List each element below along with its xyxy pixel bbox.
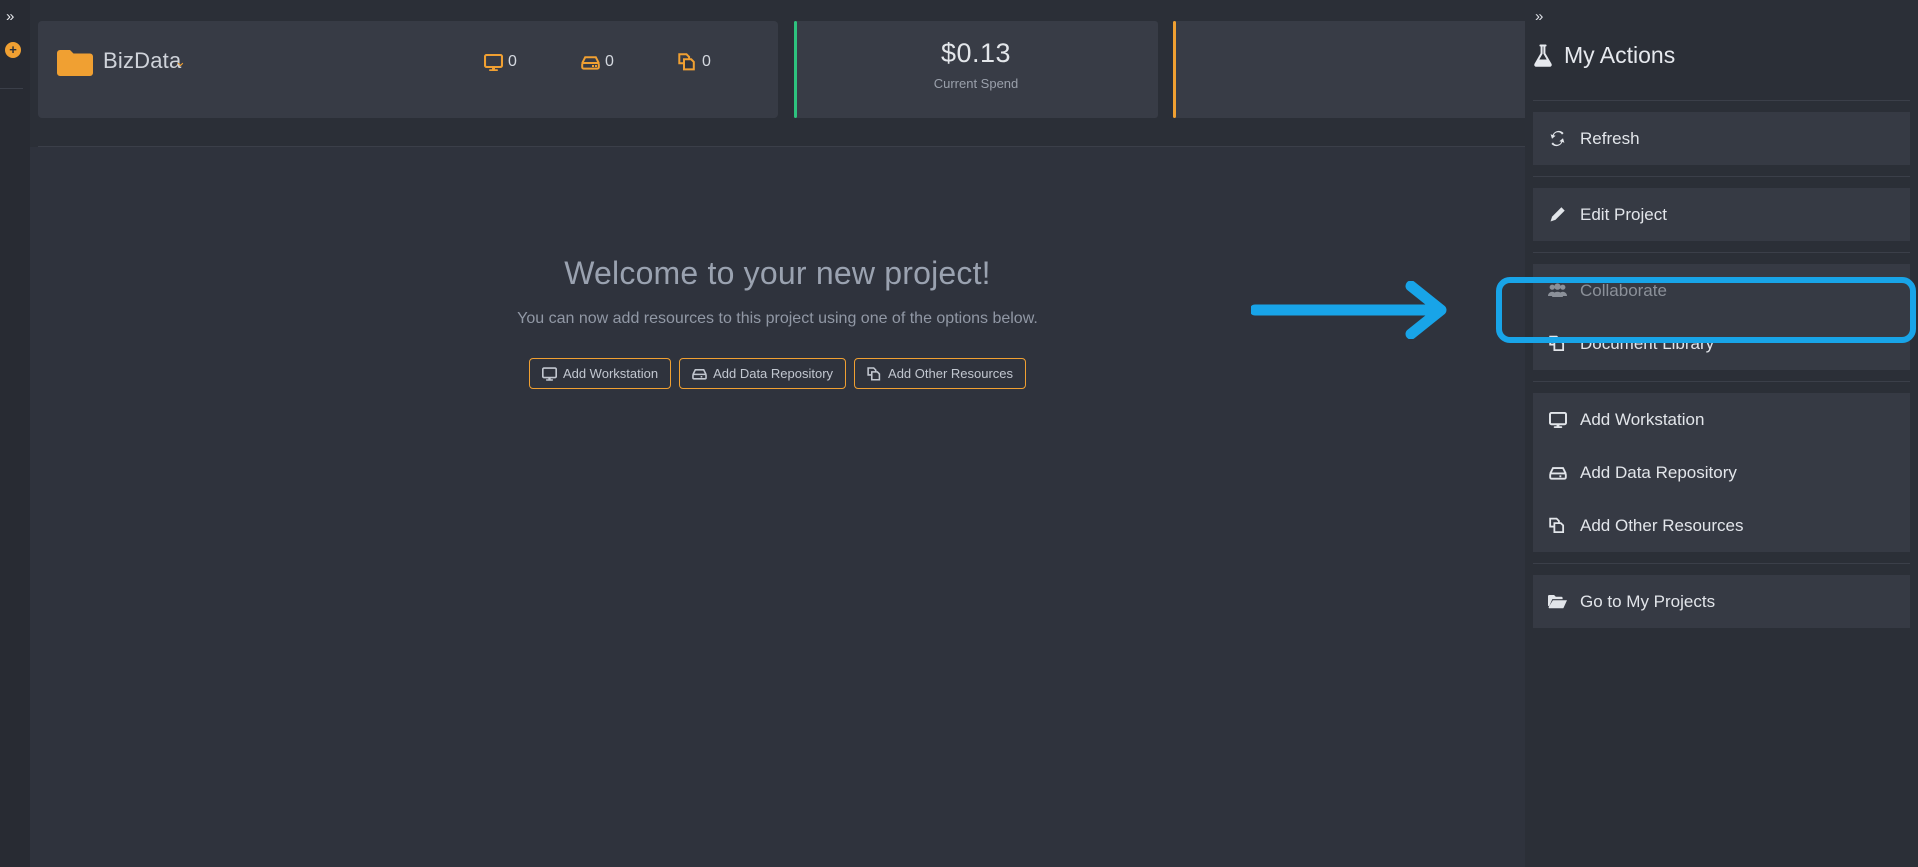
data-repository-icon (581, 55, 600, 70)
welcome-actions: Add Workstation Add Data Repository Add … (30, 358, 1525, 389)
add-workstation-button-label: Add Workstation (562, 366, 659, 381)
sidebar-action-list: Refresh Edit Project Collaborate Documen… (1525, 100, 1918, 628)
data-repository-icon (1547, 465, 1568, 481)
main-content: BizData ⌄ 0 0 0 $0.13 Current Spend Welc… (30, 0, 1525, 867)
add-data-repository-button-label: Add Data Repository (713, 366, 834, 381)
folder-open-icon (1547, 594, 1568, 609)
sidebar-title: My Actions (1533, 42, 1675, 69)
workstation-icon (541, 366, 557, 381)
sidebar-item-document-library-label: Document Library (1580, 333, 1715, 353)
workstation-icon (1547, 411, 1568, 428)
sidebar-item-go-to-my-projects[interactable]: Go to My Projects (1533, 575, 1910, 628)
sidebar-item-refresh[interactable]: Refresh (1533, 112, 1910, 165)
sidebar-item-add-data-repository-label: Add Data Repository (1580, 462, 1737, 482)
other-resources-icon (867, 366, 881, 381)
workstation-icon (484, 53, 503, 71)
folder-icon (57, 50, 93, 76)
sidebar-item-collaborate[interactable]: Collaborate (1533, 264, 1910, 317)
current-spend-value: $0.13 (940, 38, 1012, 68)
pencil-icon (1547, 206, 1568, 223)
sidebar-item-add-data-repository[interactable]: Add Data Repository (1533, 446, 1910, 499)
flask-icon (1534, 44, 1552, 67)
stat-workstations: 0 (484, 53, 517, 71)
refresh-icon (1547, 130, 1568, 147)
add-workstation-button[interactable]: Add Workstation (528, 358, 672, 389)
sidebar-item-go-to-my-projects-label: Go to My Projects (1580, 591, 1716, 611)
stat-workstations-count: 0 (508, 53, 517, 70)
document-library-icon (1547, 335, 1568, 352)
welcome-title: Welcome to your new project! (564, 255, 991, 291)
stat-data-repositories: 0 (581, 53, 614, 71)
sidebar-item-edit-project-label: Edit Project (1580, 204, 1667, 224)
next-metric-accent-bar (1173, 21, 1176, 118)
add-other-resources-button[interactable]: Add Other Resources (854, 358, 1027, 389)
sidebar-item-add-workstation[interactable]: Add Workstation (1533, 393, 1910, 446)
project-name: BizData (103, 48, 182, 73)
sidebar-item-add-other-resources-label: Add Other Resources (1580, 515, 1744, 535)
current-spend-card[interactable]: $0.13 Current Spend (794, 21, 1158, 118)
chevron-double-right-icon[interactable]: » (1535, 9, 1543, 24)
other-resources-icon (1547, 517, 1568, 534)
sidebar-item-add-workstation-label: Add Workstation (1580, 409, 1705, 429)
spend-accent-bar (794, 21, 797, 118)
sidebar-item-add-other-resources[interactable]: Add Other Resources (1533, 499, 1910, 552)
next-metric-card[interactable] (1173, 21, 1525, 118)
add-data-repository-button[interactable]: Add Data Repository (679, 358, 847, 389)
rail-divider (0, 88, 23, 89)
sidebar-item-edit-project[interactable]: Edit Project (1533, 188, 1910, 241)
add-other-resources-button-label: Add Other Resources (888, 366, 1014, 381)
users-icon (1547, 283, 1568, 298)
project-summary-card[interactable]: BizData ⌄ 0 0 0 (38, 21, 778, 118)
current-spend-label: Current Spend (933, 76, 1019, 91)
stat-other-resources: 0 (678, 53, 711, 71)
data-repository-icon (692, 368, 707, 380)
left-rail: » + (0, 0, 30, 867)
plus-circle-icon[interactable]: + (5, 42, 21, 58)
sidebar-item-refresh-label: Refresh (1580, 128, 1640, 148)
welcome-subtitle: You can now add resources to this projec… (517, 310, 1038, 327)
header-divider (38, 146, 1525, 147)
chevron-double-right-icon[interactable]: » (6, 9, 14, 24)
sidebar-title-label: My Actions (1564, 42, 1676, 68)
welcome-block: Welcome to your new project! You can now… (30, 255, 1525, 389)
sidebar-item-collaborate-label: Collaborate (1580, 280, 1667, 300)
other-resources-icon (678, 53, 695, 71)
my-actions-sidebar: » My Actions Refresh Edit Project Collab… (1525, 0, 1918, 867)
stat-other-resources-count: 0 (702, 53, 711, 70)
stat-data-repositories-count: 0 (605, 53, 614, 70)
sidebar-item-document-library[interactable]: Document Library (1533, 317, 1910, 370)
chevron-double-down-icon[interactable]: ⌄ (175, 54, 186, 70)
